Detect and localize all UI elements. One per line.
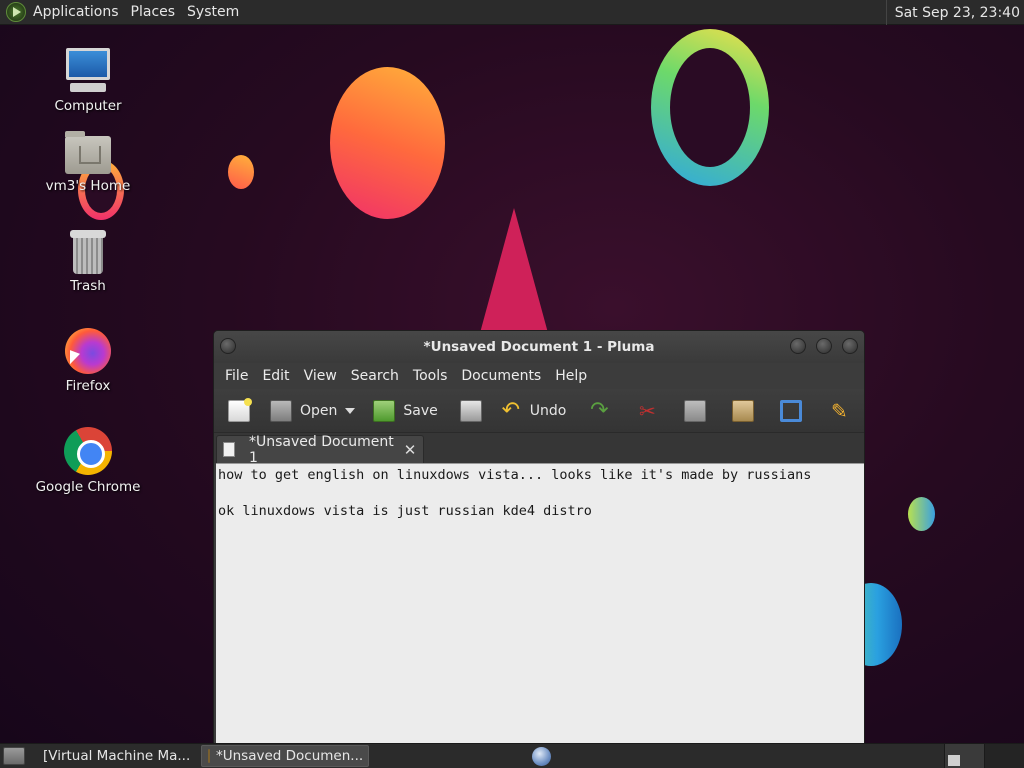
menu-help[interactable]: Help bbox=[548, 368, 594, 384]
computer-icon bbox=[64, 46, 112, 94]
text-editor[interactable]: how to get english on linuxdows vista...… bbox=[216, 463, 864, 743]
document-tab[interactable]: *Unsaved Document 1 ✕ bbox=[216, 433, 424, 466]
undo-button[interactable]: ↶ Undo bbox=[496, 395, 571, 427]
redo-arrow-icon: ↷ bbox=[590, 397, 609, 423]
find-replace-icon: ✎ bbox=[830, 398, 848, 423]
copy-button[interactable] bbox=[680, 395, 710, 427]
toolbar: Open Save ↶ Undo ↷ ✂ ✎ bbox=[214, 389, 864, 433]
desktop-icon-label: Computer bbox=[54, 98, 122, 114]
trash-icon bbox=[70, 230, 106, 274]
desktop-icon-home[interactable]: vm3's Home bbox=[28, 130, 148, 194]
menu-edit[interactable]: Edit bbox=[255, 368, 296, 384]
show-desktop-button[interactable] bbox=[3, 747, 25, 765]
find-replace-button[interactable]: ✎ bbox=[824, 395, 854, 427]
text-editor-icon bbox=[208, 749, 210, 763]
editor-line: ok linuxdows vista is just russian kde4 … bbox=[218, 503, 592, 519]
minimize-button[interactable] bbox=[790, 338, 806, 354]
save-label: Save bbox=[403, 402, 438, 419]
menu-tools[interactable]: Tools bbox=[406, 368, 455, 384]
workspace-2[interactable] bbox=[984, 744, 1024, 768]
open-recent-dropdown[interactable] bbox=[345, 407, 356, 414]
desktop-icon-label: Firefox bbox=[65, 378, 111, 394]
undo-arrow-icon: ↶ bbox=[501, 397, 520, 423]
bottom-panel: [Virtual Machine Ma... *Unsaved Documen.… bbox=[0, 743, 1024, 768]
magnifier-icon bbox=[780, 399, 803, 422]
redo-button[interactable]: ↷ bbox=[584, 395, 614, 427]
places-menu[interactable]: Places bbox=[125, 0, 182, 25]
chrome-icon bbox=[64, 427, 112, 475]
pluma-window: *Unsaved Document 1 - Pluma File Edit Vi… bbox=[213, 330, 865, 744]
clock[interactable]: Sat Sep 23, 23:40 bbox=[885, 0, 1020, 25]
distro-logo-icon bbox=[6, 2, 26, 22]
system-menu[interactable]: System bbox=[181, 0, 245, 25]
menu-file[interactable]: File bbox=[218, 368, 255, 384]
paste-button[interactable] bbox=[728, 395, 758, 427]
wallpaper-green-blue-ring bbox=[651, 29, 769, 186]
wallpaper-green-oval bbox=[908, 497, 935, 531]
desktop-icon-label: vm3's Home bbox=[45, 178, 131, 194]
wallpaper-pink-triangle bbox=[480, 208, 548, 333]
editor-line: how to get english on linuxdows vista...… bbox=[218, 467, 812, 483]
desktop-icon-trash[interactable]: Trash bbox=[28, 226, 148, 294]
menubar: File Edit View Search Tools Documents He… bbox=[214, 363, 864, 389]
window-title: *Unsaved Document 1 - Pluma bbox=[423, 339, 655, 355]
scissors-icon: ✂ bbox=[638, 398, 656, 423]
wallpaper-small-orange-oval bbox=[228, 155, 254, 189]
top-panel: Applications Places System Sat Sep 23, 2… bbox=[0, 0, 1024, 25]
task-label: [Virtual Machine Ma... bbox=[43, 748, 191, 764]
workspace-switcher bbox=[944, 744, 1024, 768]
menu-search[interactable]: Search bbox=[344, 368, 406, 384]
new-document-button[interactable] bbox=[224, 395, 254, 427]
taskbar-item-pluma[interactable]: *Unsaved Documen... bbox=[201, 745, 369, 767]
printer-icon bbox=[459, 399, 482, 422]
save-button[interactable]: Save bbox=[369, 395, 441, 427]
home-folder-icon bbox=[65, 131, 111, 174]
desktop-icon-chrome[interactable]: Google Chrome bbox=[28, 427, 148, 495]
close-window-button[interactable] bbox=[842, 338, 858, 354]
clipboard-icon bbox=[732, 399, 755, 422]
taskbar-item-virtual-machine-manager[interactable]: [Virtual Machine Ma... bbox=[31, 745, 195, 767]
applications-menu[interactable]: Applications bbox=[0, 0, 125, 25]
open-button[interactable]: Open bbox=[266, 395, 341, 427]
open-folder-icon bbox=[270, 399, 292, 422]
desktop-icon-label: Trash bbox=[70, 278, 106, 294]
copy-icon bbox=[684, 399, 707, 422]
document-tabbar: *Unsaved Document 1 ✕ bbox=[214, 433, 864, 466]
new-document-icon bbox=[228, 397, 252, 422]
network-globe-icon[interactable] bbox=[532, 747, 551, 766]
desktop-icon-label: Google Chrome bbox=[35, 479, 141, 495]
applications-menu-label: Applications bbox=[33, 4, 119, 20]
document-icon bbox=[223, 442, 235, 457]
save-icon bbox=[373, 399, 396, 422]
undo-label: Undo bbox=[529, 402, 567, 419]
print-button[interactable] bbox=[456, 395, 486, 427]
window-menu-button[interactable] bbox=[220, 338, 236, 354]
workspace-1[interactable] bbox=[944, 744, 984, 768]
desktop-icon-firefox[interactable]: Firefox bbox=[28, 328, 148, 394]
open-label: Open bbox=[300, 402, 338, 419]
tab-label: *Unsaved Document 1 bbox=[249, 433, 394, 466]
cut-button[interactable]: ✂ bbox=[632, 395, 662, 427]
task-label: *Unsaved Documen... bbox=[216, 748, 364, 764]
desktop-icon-computer[interactable]: Computer bbox=[28, 46, 148, 114]
close-tab-icon[interactable]: ✕ bbox=[401, 441, 419, 459]
find-button[interactable] bbox=[776, 395, 806, 427]
maximize-button[interactable] bbox=[816, 338, 832, 354]
menu-documents[interactable]: Documents bbox=[454, 368, 548, 384]
menu-view[interactable]: View bbox=[297, 368, 344, 384]
wallpaper-orange-oval bbox=[330, 67, 445, 219]
window-titlebar[interactable]: *Unsaved Document 1 - Pluma bbox=[214, 331, 864, 363]
